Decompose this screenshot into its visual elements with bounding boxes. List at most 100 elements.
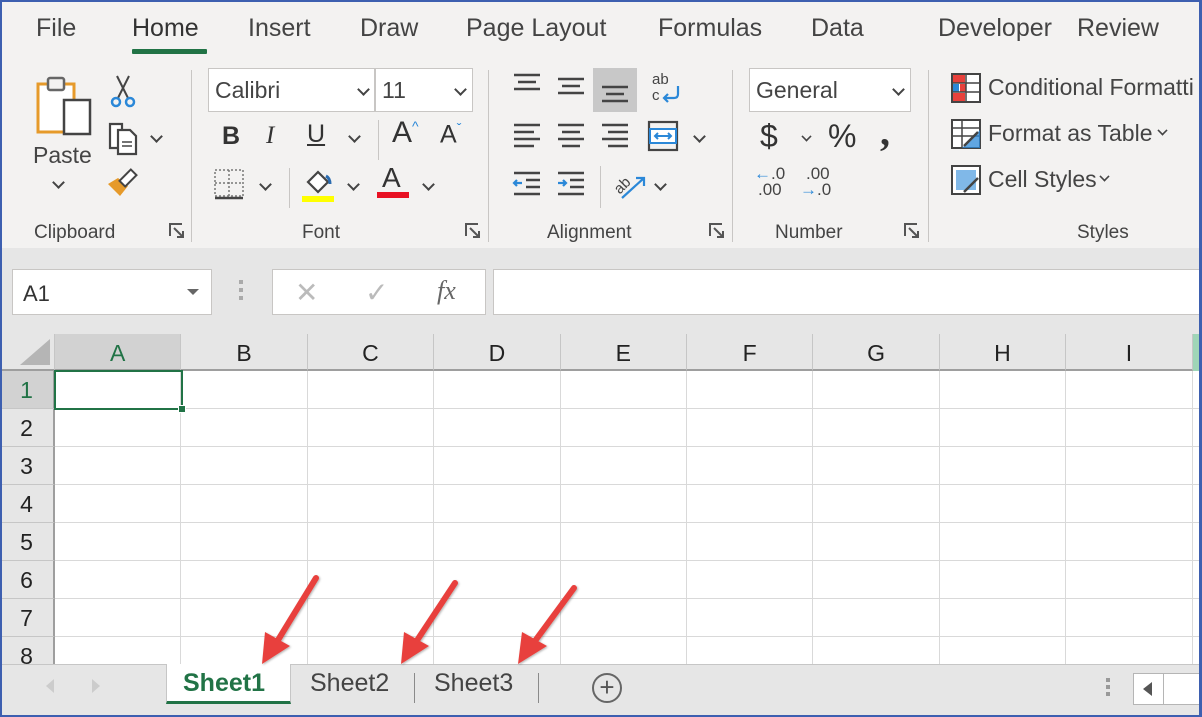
tab-draw[interactable]: Draw	[360, 14, 418, 43]
fill-color-button[interactable]	[302, 166, 336, 202]
row-header-7[interactable]: 7	[0, 599, 55, 637]
number-dialog-launcher-icon[interactable]	[903, 222, 921, 240]
underline-dropdown-chevron-icon[interactable]	[350, 132, 359, 141]
cancel-icon[interactable]: ✕	[295, 276, 318, 309]
grid-row-line	[55, 484, 1202, 485]
font-dialog-launcher-icon[interactable]	[464, 222, 482, 240]
decrease-decimal-button[interactable]: .00 →.0	[800, 165, 836, 206]
increase-indent-icon[interactable]	[556, 170, 586, 198]
paste-dropdown-chevron-icon[interactable]	[54, 178, 63, 187]
underline-button[interactable]: U	[307, 120, 325, 149]
tab-home[interactable]: Home	[132, 14, 199, 43]
select-all-button[interactable]	[0, 334, 55, 371]
row-header-1[interactable]: 1	[0, 371, 55, 409]
next-sheet-icon[interactable]	[92, 679, 100, 693]
font-color-dropdown-chevron-icon[interactable]	[424, 180, 433, 189]
name-box-value: A1	[23, 281, 50, 306]
font-name-value: Calibri	[215, 77, 281, 103]
merge-center-icon[interactable]	[647, 120, 679, 152]
font-size-dropdown[interactable]: 11	[375, 68, 473, 112]
italic-button[interactable]: I	[266, 122, 274, 150]
comma-style-button[interactable]: ,	[880, 108, 890, 155]
align-center-icon[interactable]	[556, 122, 586, 150]
number-format-dropdown[interactable]: General	[749, 68, 911, 112]
paste-label[interactable]: Paste	[33, 142, 92, 169]
insert-function-icon[interactable]: fx	[437, 276, 456, 306]
alignment-dialog-launcher-icon[interactable]	[708, 222, 726, 240]
orientation-dropdown-chevron-icon[interactable]	[656, 180, 665, 189]
decrease-indent-icon[interactable]	[512, 170, 542, 198]
align-left-icon[interactable]	[512, 122, 542, 150]
tab-review[interactable]: Review	[1077, 14, 1159, 43]
fill-handle[interactable]	[178, 405, 186, 413]
orientation-icon[interactable]: ab	[612, 166, 648, 202]
formula-input[interactable]	[493, 269, 1202, 315]
top-align-icon[interactable]	[512, 72, 542, 96]
middle-align-icon[interactable]	[556, 76, 586, 100]
sheet-tab-sheet1[interactable]: Sheet1	[166, 664, 291, 704]
row-header-8[interactable]: 8	[0, 637, 55, 664]
fill-color-dropdown-chevron-icon[interactable]	[349, 180, 358, 189]
conditional-formatting-label: Conditional Formatti	[988, 74, 1194, 100]
copy-button[interactable]	[106, 120, 142, 156]
tab-data[interactable]: Data	[811, 14, 864, 43]
conditional-formatting-button[interactable]: Conditional Formatti	[950, 72, 1202, 104]
tab-file[interactable]: File	[36, 14, 76, 43]
tab-insert[interactable]: Insert	[248, 14, 311, 43]
grow-font-button[interactable]: A^	[392, 116, 419, 150]
prev-sheet-icon[interactable]	[46, 679, 54, 693]
column-header-d[interactable]: D	[434, 334, 561, 371]
currency-button[interactable]: $	[760, 118, 778, 155]
column-header-h[interactable]: H	[939, 334, 1067, 371]
active-cell-a1[interactable]	[54, 370, 186, 413]
tab-formulas[interactable]: Formulas	[658, 14, 762, 43]
bottom-align-button[interactable]	[593, 68, 637, 112]
add-sheet-button[interactable]: +	[592, 673, 622, 703]
enter-icon[interactable]: ✓	[365, 276, 388, 309]
row-header-5[interactable]: 5	[0, 523, 55, 561]
merge-dropdown-chevron-icon[interactable]	[695, 132, 704, 141]
tab-page-layout[interactable]: Page Layout	[466, 14, 606, 43]
column-header-f[interactable]: F	[687, 334, 814, 371]
splitter-grip-icon[interactable]	[1106, 678, 1110, 699]
shrink-font-button[interactable]: Aˇ	[440, 120, 461, 149]
row-header-3[interactable]: 3	[0, 447, 55, 485]
copy-dropdown-chevron-icon[interactable]	[152, 132, 161, 141]
paste-button[interactable]	[34, 74, 94, 148]
borders-dropdown-chevron-icon[interactable]	[261, 180, 270, 189]
row-header-6[interactable]: 6	[0, 561, 55, 599]
sheet-tab-sheet3[interactable]: Sheet3	[418, 664, 536, 704]
wrap-text-button[interactable]: ab c	[650, 70, 684, 106]
column-header-c[interactable]: C	[307, 334, 435, 371]
align-right-icon[interactable]	[600, 122, 630, 150]
column-header-e[interactable]: E	[560, 334, 687, 371]
row-header-4[interactable]: 4	[0, 485, 55, 523]
sheet-tab-sheet2[interactable]: Sheet2	[294, 664, 412, 704]
clipboard-dialog-launcher-icon[interactable]	[168, 222, 186, 240]
row-header-2[interactable]: 2	[0, 409, 55, 447]
font-name-dropdown[interactable]: Calibri	[208, 68, 375, 112]
format-as-table-button[interactable]: Format as Table	[950, 118, 1180, 150]
formula-bar-grip-icon[interactable]	[239, 280, 243, 300]
currency-dropdown-chevron-icon[interactable]	[803, 133, 810, 140]
horizontal-scrollbar[interactable]	[1164, 673, 1202, 705]
scroll-left-button[interactable]	[1133, 673, 1164, 705]
tab-divider	[538, 673, 539, 703]
grid-column-line	[938, 371, 940, 664]
cell-styles-button[interactable]: Cell Styles	[950, 164, 1120, 196]
bold-button[interactable]: B	[222, 122, 240, 151]
column-header-a[interactable]: A	[55, 334, 182, 371]
borders-button[interactable]	[213, 168, 245, 200]
tab-developer[interactable]: Developer	[938, 14, 1052, 43]
column-header-g[interactable]: G	[813, 334, 940, 371]
column-header-b[interactable]: B	[181, 334, 308, 371]
column-header-i[interactable]: I	[1066, 334, 1193, 371]
format-painter-button[interactable]	[106, 166, 140, 198]
increase-decimal-button[interactable]: ←.0 .00	[754, 165, 790, 206]
cut-button[interactable]	[108, 74, 138, 108]
name-box[interactable]: A1	[12, 269, 212, 315]
font-color-button[interactable]: A	[377, 162, 409, 202]
percent-button[interactable]: %	[828, 118, 856, 155]
name-box-dropdown-icon[interactable]	[187, 289, 199, 295]
worksheet-grid[interactable]: ABCDEFGHI 12345678	[0, 334, 1202, 664]
